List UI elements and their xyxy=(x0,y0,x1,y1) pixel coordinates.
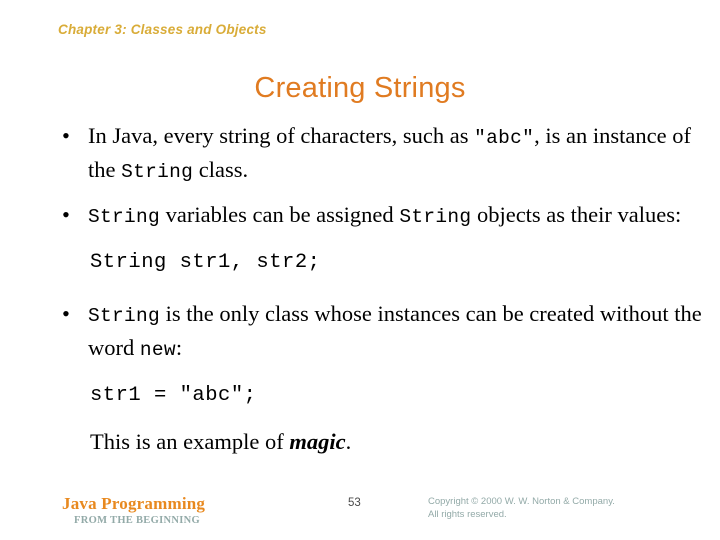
copyright-notice: Copyright © 2000 W. W. Norton & Company.… xyxy=(428,496,615,521)
copyright-line-1: Copyright © 2000 W. W. Norton & Company. xyxy=(428,496,615,507)
code-declaration-line: String str1, str2; xyxy=(90,251,321,274)
bullet-marker-icon: • xyxy=(62,301,70,326)
chapter-header: Chapter 3: Classes and Objects xyxy=(58,22,267,37)
bullet-item-1-text: In Java, every string of characters, suc… xyxy=(88,120,706,188)
closing-sentence: This is an example of magic. xyxy=(0,426,720,457)
bullet-item-3-text: String is the only class whose instances… xyxy=(88,298,706,366)
bullet3-fragment-2: : xyxy=(175,335,183,360)
closing-fragment-2: . xyxy=(345,429,352,454)
slide-footer: Java Programming FROM THE BEGINNING 53 C… xyxy=(0,488,720,540)
bullet1-code-abc: "abc" xyxy=(474,127,535,149)
bullet3-code-string: String xyxy=(88,305,161,327)
bullet2-fragment-1: variables can be assigned xyxy=(160,202,400,227)
slide-body: • In Java, every string of characters, s… xyxy=(0,120,720,457)
page-number: 53 xyxy=(348,497,361,509)
bullet-item-2-text: String variables can be assigned String … xyxy=(88,199,706,233)
slide-canvas: Chapter 3: Classes and Objects Creating … xyxy=(0,0,720,540)
bullet-marker-icon: • xyxy=(62,123,70,148)
bullet1-fragment-1: In Java, every string of characters, suc… xyxy=(88,123,475,148)
code-assignment-line: str1 = "abc"; xyxy=(90,384,257,407)
bullet2-code-string-2: String xyxy=(399,206,472,228)
copyright-line-2: All rights reserved. xyxy=(428,508,507,520)
bullet1-code-string: String xyxy=(121,161,194,183)
brand-title: Java Programming xyxy=(62,494,206,513)
closing-fragment-1: This is an example of xyxy=(90,429,290,454)
bullet-item-1: • In Java, every string of characters, s… xyxy=(0,120,720,188)
bullet2-fragment-2: objects as their values: xyxy=(471,202,682,227)
bullet-marker-icon: • xyxy=(62,202,70,227)
brand-subtitle: FROM THE BEGINNING xyxy=(74,515,200,526)
bullet2-code-string-1: String xyxy=(88,206,161,228)
closing-emphasis-magic: magic xyxy=(289,429,346,454)
bullet3-code-new: new xyxy=(139,339,176,361)
bullet-item-2: • String variables can be assigned Strin… xyxy=(0,199,720,233)
bullet-item-3: • String is the only class whose instanc… xyxy=(0,298,720,366)
bullet1-fragment-3: class. xyxy=(193,157,249,182)
slide-title: Creating Strings xyxy=(254,72,466,104)
